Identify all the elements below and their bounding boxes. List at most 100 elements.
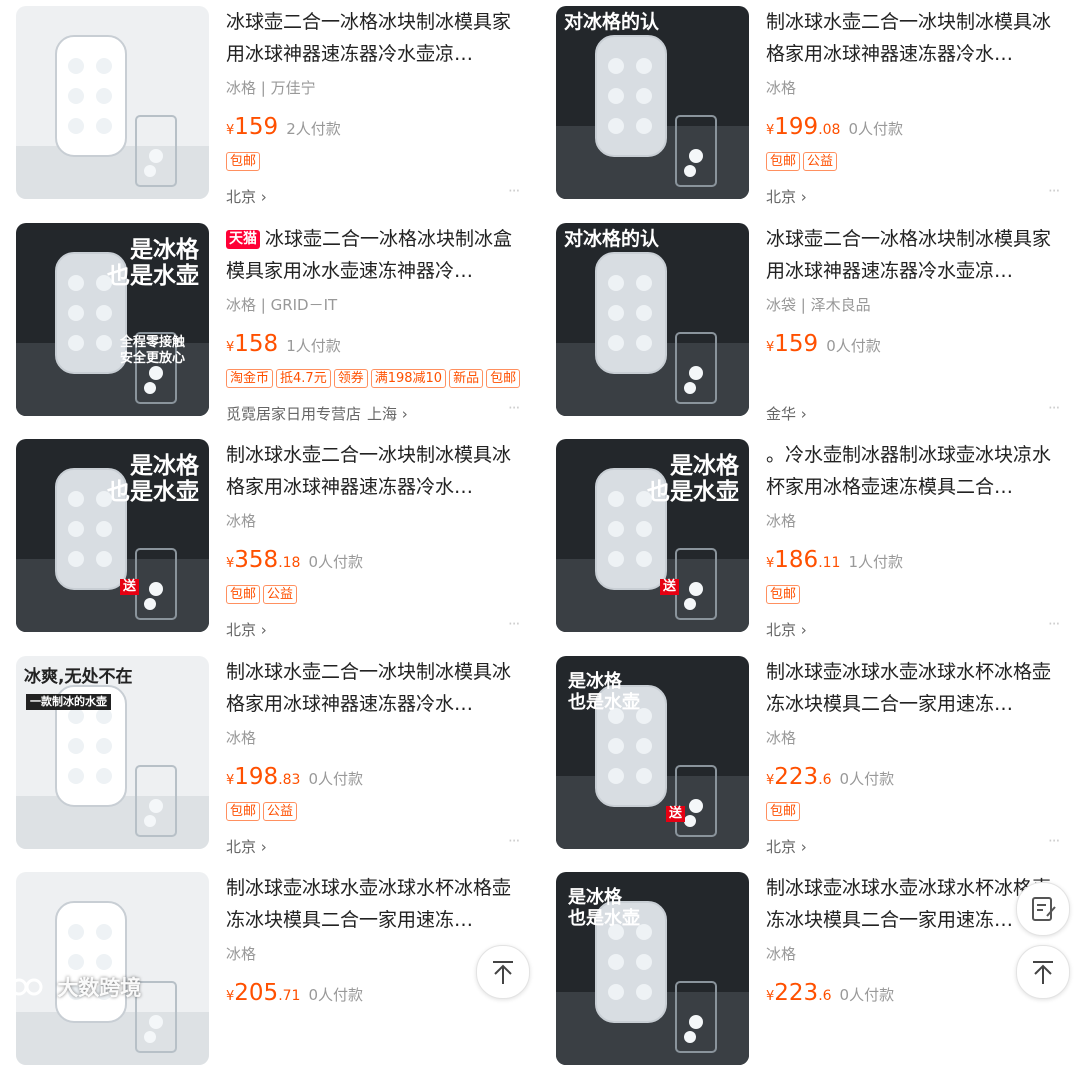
thumbnail-promo-text: 一款制冰的水壶: [26, 694, 111, 710]
price-decimal: .11: [818, 555, 841, 571]
more-options-icon[interactable]: ···: [1048, 832, 1060, 850]
product-title-text: 冰球壶二合一冰格冰块制冰盒模具家用冰水壶速冻神器冷…: [226, 228, 513, 282]
price-row: ¥186.11 1人付款: [766, 547, 903, 573]
location-text: 上海 ›: [367, 405, 408, 423]
product-card[interactable]: 是冰格 也是水壶送制冰球水壶二合一冰块制冰模具冰格家用冰球神器速冻器冷水… 冰格 ¥…: [0, 433, 540, 650]
shop-location[interactable]: 北京 ›: [766, 836, 807, 857]
promo-tag: 包邮: [226, 802, 261, 821]
product-thumbnail[interactable]: 对冰格的认: [556, 6, 749, 199]
more-options-icon[interactable]: ···: [508, 182, 520, 200]
promo-tags: 包邮: [766, 800, 803, 821]
price-integer: 358: [234, 547, 279, 573]
product-info: 制冰球壶冰球水壶冰球水杯冰格壶冻冰块模具二合一家用速冻… 冰格 ¥223.6 0人付款…: [766, 656, 1060, 861]
promo-tag: 公益: [263, 802, 298, 821]
price-row: ¥159 0人付款: [766, 331, 881, 357]
back-to-top-button[interactable]: [476, 945, 530, 999]
price-row: ¥158 1人付款: [226, 331, 341, 357]
product-attributes: 冰袋 | 泽木良品: [766, 296, 871, 314]
product-info: 制冰球壶冰球水壶冰球水杯冰格壶冻冰块模具二合一家用速冻… 冰格 ¥205.71 0人付…: [226, 872, 516, 1077]
product-title[interactable]: 制冰球壶冰球水壶冰球水杯冰格壶冻冰块模具二合一家用速冻…: [766, 656, 1056, 720]
edit-note-button[interactable]: [1016, 882, 1070, 936]
thumbnail-promo-text: 送: [660, 579, 680, 596]
product-thumbnail[interactable]: 是冰格 也是水壶 全程零接触 安全更放心: [16, 223, 209, 416]
promo-tag: 淘金币: [226, 369, 274, 388]
thumbnail-overlay-text: 是冰格 也是水壶: [568, 671, 640, 713]
product-title-text: 制冰球水壶二合一冰块制冰模具冰格家用冰球神器速冻器冷水…: [226, 661, 512, 715]
product-card[interactable]: 对冰格的认 冰球壶二合一冰格冰块制冰模具家用冰球神器速冻器冷水壶凉… 冰袋 | 泽木…: [540, 217, 1080, 434]
shop-location[interactable]: 北京 ›: [766, 619, 807, 640]
product-attributes: 冰格: [766, 945, 797, 963]
product-title-text: 冰球壶二合一冰格冰块制冰模具家用冰球神器速冻器冷水壶凉…: [226, 11, 512, 65]
back-to-top-icon: [1033, 961, 1053, 984]
product-thumbnail[interactable]: 冰爽,无处不在一款制冰的水壶: [16, 656, 209, 849]
product-thumbnail[interactable]: 是冰格 也是水壶: [556, 872, 749, 1065]
promo-tag: 包邮: [226, 152, 261, 171]
price-integer: 198: [234, 764, 279, 790]
more-options-icon[interactable]: ···: [508, 399, 520, 417]
sold-count: 0人付款: [839, 770, 895, 788]
watermark: 大数跨境: [10, 972, 141, 1002]
product-thumbnail[interactable]: 是冰格 也是水壶送: [16, 439, 209, 632]
thumbnail-promo-text: 送: [666, 806, 686, 823]
product-thumbnail[interactable]: 对冰格的认: [556, 223, 749, 416]
product-title[interactable]: 天猫 冰球壶二合一冰格冰块制冰盒模具家用冰水壶速冻神器冷…: [226, 223, 516, 287]
promo-tag: 新品: [449, 369, 484, 388]
more-options-icon[interactable]: ···: [1048, 615, 1060, 633]
shop-location[interactable]: 觅霓居家日用专营店 上海 ›: [226, 403, 408, 424]
shop-name[interactable]: 觅霓居家日用专营店: [226, 405, 361, 423]
product-info: 冰球壶二合一冰格冰块制冰模具家用冰球神器速冻器冷水壶凉… 冰格 | 万佳宁 ¥159…: [226, 6, 520, 211]
sold-count: 0人付款: [308, 770, 363, 788]
promo-tag: 包邮: [766, 802, 801, 821]
more-options-icon[interactable]: ···: [508, 615, 520, 633]
thumbnail-overlay-text: 是冰格 也是水壶: [647, 453, 739, 506]
more-options-icon[interactable]: ···: [1048, 182, 1060, 200]
product-card[interactable]: 是冰格 也是水壶送制冰球壶冰球水壶冰球水杯冰格壶冻冰块模具二合一家用速冻… 冰格 ¥…: [540, 650, 1080, 867]
thumbnail-overlay-text: 是冰格 也是水壶: [107, 237, 199, 290]
product-title-text: 制冰球壶冰球水壶冰球水杯冰格壶冻冰块模具二合一家用速冻…: [766, 877, 1052, 931]
product-title[interactable]: 冰球壶二合一冰格冰块制冰模具家用冰球神器速冻器冷水壶凉…: [766, 223, 1056, 287]
product-info: 。冷水壶制冰器制冰球壶冰块凉水杯家用冰格壶速冻模具二合… 冰格 ¥186.11 1人付…: [766, 439, 1060, 644]
thumbnail-overlay-text: 冰爽,无处不在: [24, 667, 133, 687]
product-thumbnail[interactable]: 是冰格 也是水壶送: [556, 656, 749, 849]
more-options-icon[interactable]: ···: [508, 832, 520, 850]
shop-location[interactable]: 北京 ›: [766, 186, 807, 207]
price-row: ¥358.18 0人付款: [226, 547, 363, 573]
product-thumbnail[interactable]: 是冰格 也是水壶送: [556, 439, 749, 632]
promo-tag: 领券: [333, 369, 368, 388]
product-info: 制冰球壶冰球水壶冰球水杯冰格壶冻冰块模具二合一家用速冻… 冰格 ¥223.6 0人付款: [766, 872, 1056, 1077]
product-card[interactable]: 冰球壶二合一冰格冰块制冰模具家用冰球神器速冻器冷水壶凉… 冰格 | 万佳宁 ¥159…: [0, 0, 540, 217]
product-card[interactable]: 是冰格 也是水壶送。冷水壶制冰器制冰球壶冰块凉水杯家用冰格壶速冻模具二合… 冰格 ¥…: [540, 433, 1080, 650]
product-thumbnail[interactable]: [16, 6, 209, 199]
location-text: 北京 ›: [226, 838, 267, 856]
product-card[interactable]: 是冰格 也是水壶 制冰球壶冰球水壶冰球水杯冰格壶冻冰块模具二合一家用速冻… 冰格 ¥2…: [540, 866, 1080, 1083]
product-title[interactable]: 。冷水壶制冰器制冰球壶冰块凉水杯家用冰格壶速冻模具二合…: [766, 439, 1056, 503]
shop-location[interactable]: 北京 ›: [226, 836, 267, 857]
product-title[interactable]: 制冰球水壶二合一冰块制冰模具冰格家用冰球神器速冻器冷水…: [226, 439, 516, 503]
shop-location[interactable]: 北京 ›: [226, 619, 267, 640]
product-thumbnail[interactable]: [16, 872, 209, 1065]
price-decimal: .83: [278, 772, 301, 788]
product-title[interactable]: 制冰球水壶二合一冰块制冰模具冰格家用冰球神器速冻器冷水…: [766, 6, 1056, 70]
more-options-icon[interactable]: ···: [1048, 399, 1060, 417]
price-decimal: .18: [278, 555, 301, 571]
product-title[interactable]: 制冰球水壶二合一冰块制冰模具冰格家用冰球神器速冻器冷水…: [226, 656, 516, 720]
product-title-text: 。冷水壶制冰器制冰球壶冰块凉水杯家用冰格壶速冻模具二合…: [766, 444, 1052, 498]
price-decimal: .71: [278, 988, 301, 1004]
product-title[interactable]: 制冰球壶冰球水壶冰球水杯冰格壶冻冰块模具二合一家用速冻…: [226, 872, 516, 936]
product-card[interactable]: 是冰格 也是水壶 全程零接触 安全更放心 天猫 冰球壶二合一冰格冰块制冰盒模具家用冰水…: [0, 217, 540, 434]
product-attributes: 冰格: [226, 512, 257, 530]
back-to-top-button-right[interactable]: [1016, 945, 1070, 999]
product-title-text: 制冰球水壶二合一冰块制冰模具冰格家用冰球神器速冻器冷水…: [226, 444, 512, 498]
watermark-text: 大数跨境: [57, 976, 142, 1000]
shop-location[interactable]: 金华 ›: [766, 403, 807, 424]
product-title[interactable]: 冰球壶二合一冰格冰块制冰模具家用冰球神器速冻器冷水壶凉…: [226, 6, 516, 70]
product-card[interactable]: 冰爽,无处不在 一款制冰的水壶 制冰球水壶二合一冰块制冰模具冰格家用冰球神器速冻器冷…: [0, 650, 540, 867]
promo-tag: 公益: [803, 152, 838, 171]
shop-location[interactable]: 北京 ›: [226, 186, 267, 207]
location-text: 北京 ›: [226, 621, 267, 639]
product-attributes: 冰格 | 万佳宁: [226, 79, 316, 97]
product-title[interactable]: 制冰球壶冰球水壶冰球水杯冰格壶冻冰块模具二合一家用速冻…: [766, 872, 1056, 936]
price-decimal: .6: [818, 772, 832, 788]
product-card[interactable]: 对冰格的认 制冰球水壶二合一冰块制冰模具冰格家用冰球神器速冻器冷水… 冰格 ¥199.…: [540, 0, 1080, 217]
price-integer: 223: [774, 764, 819, 790]
